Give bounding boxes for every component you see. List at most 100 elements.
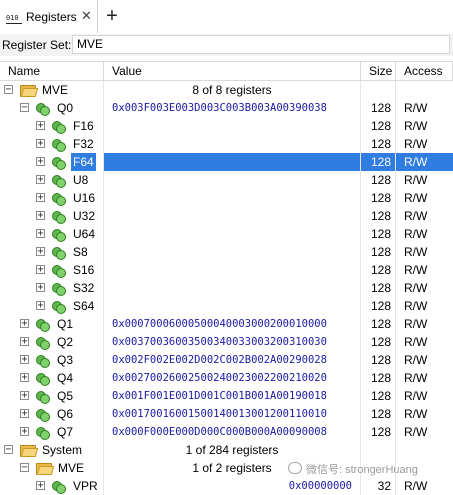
register-icon (52, 481, 66, 494)
add-tab-button[interactable]: + (102, 4, 122, 28)
expand-icon[interactable]: + (36, 193, 45, 203)
register-set-field[interactable]: MVE (72, 35, 450, 54)
row-access: R/W (404, 119, 428, 133)
row-access: R/W (404, 245, 428, 259)
table-row-selected[interactable]: + F64 128 R/W (0, 153, 453, 171)
row-value[interactable] (104, 207, 361, 225)
row-value[interactable] (104, 189, 361, 207)
expand-icon[interactable]: + (36, 157, 45, 167)
table-row[interactable]: + U8 128 R/W (0, 171, 453, 189)
watermark-text: 微信号: strongerHuang (306, 464, 418, 476)
collapse-icon[interactable]: − (20, 463, 29, 473)
row-size: 128 (361, 135, 396, 153)
expand-icon[interactable]: + (20, 337, 29, 347)
row-value[interactable]: 0x00070006000500040003000200010000 (104, 315, 361, 333)
table-row[interactable]: + U32 128 R/W (0, 207, 453, 225)
row-size: 128 (361, 171, 396, 189)
collapse-icon[interactable]: − (4, 85, 13, 95)
table-row[interactable]: + S16 128 R/W (0, 261, 453, 279)
table-row[interactable]: + U64 128 R/W (0, 225, 453, 243)
tab-registers[interactable]: 010 Registers ✕ (0, 0, 98, 33)
row-size: 128 (361, 387, 396, 405)
row-size: 128 (361, 261, 396, 279)
row-value[interactable]: 0x000F000E000D000C000B000A00090008 (104, 423, 361, 441)
table-row[interactable]: + Q2 0x00370036003500340033003200310030 … (0, 333, 453, 351)
row-value[interactable]: 0x00270026002500240023002200210020 (104, 369, 361, 387)
expand-icon[interactable]: + (36, 283, 45, 293)
table-row[interactable]: − MVE 8 of 8 registers (0, 81, 453, 99)
row-name: S8 (73, 245, 88, 259)
row-size: 128 (361, 351, 396, 369)
table-row[interactable]: + F16 128 R/W (0, 117, 453, 135)
collapse-icon[interactable]: − (4, 445, 13, 455)
row-value[interactable] (104, 225, 361, 243)
expand-icon[interactable]: + (36, 247, 45, 257)
expand-icon[interactable]: + (36, 175, 45, 185)
table-row[interactable]: + Q4 0x00270026002500240023002200210020 … (0, 369, 453, 387)
column-header-access[interactable]: Access (396, 62, 453, 80)
expand-icon[interactable]: + (36, 121, 45, 131)
table-row[interactable]: + Q6 0x00170016001500140013001200110010 … (0, 405, 453, 423)
expand-icon[interactable]: + (20, 409, 29, 419)
row-access: R/W (404, 263, 428, 277)
row-size (361, 81, 396, 99)
expand-icon[interactable]: + (20, 427, 29, 437)
row-value[interactable] (104, 279, 361, 297)
row-value[interactable] (104, 153, 361, 171)
row-value[interactable] (104, 243, 361, 261)
table-row[interactable]: + S32 128 R/W (0, 279, 453, 297)
row-access: R/W (404, 479, 428, 493)
table-row[interactable]: + Q5 0x001F001E001D001C001B001A00190018 … (0, 387, 453, 405)
row-size: 128 (361, 333, 396, 351)
table-row[interactable]: + VPR 0x00000000 32 R/W (0, 477, 453, 495)
column-header-name[interactable]: Name (0, 62, 104, 80)
row-value[interactable] (104, 297, 361, 315)
row-access: R/W (404, 137, 428, 151)
table-row[interactable]: + Q1 0x00070006000500040003000200010000 … (0, 315, 453, 333)
row-value[interactable]: 0x002F002E002D002C002B002A00290028 (104, 351, 361, 369)
row-value[interactable]: 0x00170016001500140013001200110010 (104, 405, 361, 423)
column-header-value[interactable]: Value (104, 62, 361, 80)
row-access: R/W (404, 317, 428, 331)
expand-icon[interactable]: + (20, 319, 29, 329)
row-size: 32 (361, 477, 396, 495)
table-row[interactable]: + U16 128 R/W (0, 189, 453, 207)
table-row[interactable]: + Q3 0x002F002E002D002C002B002A00290028 … (0, 351, 453, 369)
table-row[interactable]: − Q0 0x003F003E003D003C003B003A00390038 … (0, 99, 453, 117)
row-value[interactable] (104, 261, 361, 279)
folder-icon (36, 462, 55, 475)
row-value[interactable]: 0x00000000 (104, 477, 361, 495)
expand-icon[interactable]: + (36, 229, 45, 239)
expand-icon[interactable]: + (20, 391, 29, 401)
table-row[interactable]: − System 1 of 284 registers (0, 441, 453, 459)
register-icon (36, 427, 50, 440)
row-name: Q6 (57, 407, 74, 421)
row-value[interactable]: 0x003F003E003D003C003B003A00390038 (104, 99, 361, 117)
expand-icon[interactable]: + (36, 211, 45, 221)
expand-icon[interactable]: + (36, 301, 45, 311)
column-header-size[interactable]: Size (361, 62, 396, 80)
expand-icon[interactable]: + (36, 481, 45, 491)
collapse-icon[interactable]: − (20, 103, 29, 113)
row-value[interactable] (104, 117, 361, 135)
register-icon (52, 121, 66, 134)
row-size: 128 (361, 297, 396, 315)
row-value[interactable] (104, 171, 361, 189)
expand-icon[interactable]: + (36, 139, 45, 149)
expand-icon[interactable]: + (36, 265, 45, 275)
row-value[interactable] (104, 135, 361, 153)
row-access: R/W (404, 227, 428, 241)
tab-bar: 010 Registers ✕ + (0, 0, 453, 35)
table-row[interactable]: + Q7 0x000F000E000D000C000B000A00090008 … (0, 423, 453, 441)
row-value[interactable]: 0x00370036003500340033003200310030 (104, 333, 361, 351)
registers-tab-icon: 010 (6, 13, 22, 24)
table-row[interactable]: + S8 128 R/W (0, 243, 453, 261)
row-value[interactable]: 0x001F001E001D001C001B001A00190018 (104, 387, 361, 405)
row-size: 128 (361, 189, 396, 207)
expand-icon[interactable]: + (20, 355, 29, 365)
close-icon[interactable]: ✕ (81, 8, 92, 24)
table-row[interactable]: + F32 128 R/W (0, 135, 453, 153)
register-icon (52, 157, 66, 170)
expand-icon[interactable]: + (20, 373, 29, 383)
table-row[interactable]: + S64 128 R/W (0, 297, 453, 315)
